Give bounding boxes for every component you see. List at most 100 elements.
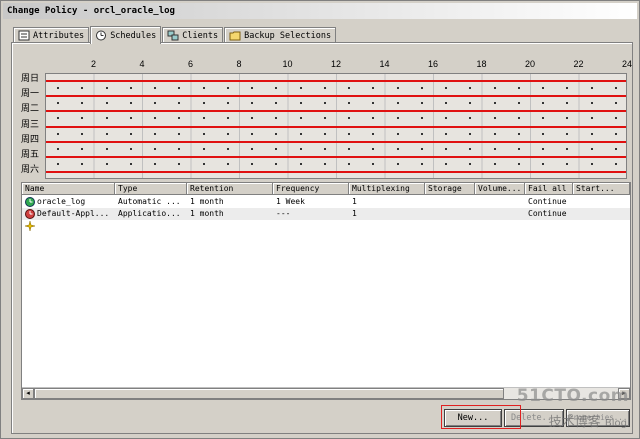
grid-dot xyxy=(202,102,205,105)
tab-clients[interactable]: Clients xyxy=(162,27,224,43)
grid-dot xyxy=(57,163,60,165)
grid-dot xyxy=(81,117,84,120)
schedule-window-bar[interactable] xyxy=(46,125,626,128)
grid-dot xyxy=(348,163,351,165)
grid-dot xyxy=(299,102,302,105)
grid-dot xyxy=(226,117,229,120)
day-label: 周日 xyxy=(21,74,40,84)
grid-dot xyxy=(396,147,399,150)
table-cell xyxy=(425,208,475,220)
grid-dot xyxy=(590,117,593,120)
table-cell-text: --- xyxy=(276,209,291,218)
table-cell-text: Continue xyxy=(528,197,567,206)
table-cell: Automatic ... xyxy=(115,196,187,208)
column-header[interactable]: Start... xyxy=(573,183,630,195)
change-policy-window: Change Policy - orcl_oracle_log Attribut… xyxy=(0,0,640,439)
schedule-window-bar[interactable] xyxy=(46,110,626,113)
table-row[interactable]: Default-Appl... Applicatio... 1 month --- 1 C… xyxy=(22,208,630,220)
grid-dot xyxy=(614,117,617,120)
table-cell-text: 1 Week xyxy=(276,197,305,206)
grid-dot xyxy=(57,87,60,89)
grid-dot xyxy=(202,132,205,135)
day-label: 周二 xyxy=(21,104,40,115)
table-cell-text: oracle_log xyxy=(37,197,86,206)
grid-dot xyxy=(202,147,205,150)
grid-dot xyxy=(396,87,399,89)
column-header[interactable]: Type xyxy=(115,183,187,195)
grid-dot xyxy=(178,117,181,120)
column-header[interactable]: Frequency xyxy=(273,183,349,195)
schedule-window-bar[interactable] xyxy=(46,140,626,143)
grid-dot xyxy=(299,117,302,120)
grid-dot xyxy=(105,147,108,150)
day-label: 周五 xyxy=(21,150,40,160)
schedule-window-bar[interactable] xyxy=(46,156,626,158)
hour-label: 12 xyxy=(330,59,341,69)
day-label: 周三 xyxy=(21,119,40,130)
grid-dot xyxy=(178,147,181,150)
column-header[interactable]: Multiplexing xyxy=(349,183,425,195)
grid-dot xyxy=(105,102,108,105)
table-cell xyxy=(425,196,475,208)
scroll-left-button[interactable]: ◂ xyxy=(22,388,34,399)
table-cell-text: 1 month xyxy=(190,197,224,206)
grid-dot xyxy=(469,147,472,150)
schedule-window-bar[interactable] xyxy=(46,80,626,82)
scroll-thumb[interactable] xyxy=(34,388,504,399)
schedule-window-bar[interactable] xyxy=(46,171,626,174)
hour-label: 18 xyxy=(476,59,487,69)
grid-dot xyxy=(566,102,569,105)
hour-label: 14 xyxy=(379,59,390,69)
grid-dot xyxy=(129,117,132,120)
table-cell: 1 Week xyxy=(273,196,349,208)
table-cell: Continue xyxy=(525,208,573,220)
clients-icon xyxy=(167,30,179,41)
day-label: 周六 xyxy=(21,165,40,176)
grid-dot xyxy=(323,117,326,120)
column-header[interactable]: Fail all xyxy=(525,183,573,195)
grid-dot xyxy=(81,147,84,150)
schedule-window-bar[interactable] xyxy=(46,95,626,98)
grid-dot xyxy=(348,117,351,120)
column-header[interactable]: Name xyxy=(22,183,115,195)
table-cell-text: 1 month xyxy=(190,209,224,218)
table-cell xyxy=(475,208,525,220)
table-cell-text: Continue xyxy=(528,209,567,218)
grid-dot xyxy=(493,117,496,120)
table-cell: --- xyxy=(273,208,349,220)
grid-dot xyxy=(445,87,448,89)
grid-dot xyxy=(129,102,132,105)
column-header[interactable]: Storage xyxy=(425,183,475,195)
tab-schedules[interactable]: Schedules xyxy=(90,26,162,44)
grid-dot xyxy=(81,87,84,89)
grid-dot xyxy=(105,132,108,135)
hour-label: 24 xyxy=(621,59,632,69)
grid-dot xyxy=(372,147,375,150)
hour-label: 16 xyxy=(427,59,438,69)
column-header[interactable]: Volume... xyxy=(475,183,525,195)
grid-dot xyxy=(154,132,157,135)
new-schedule-row[interactable] xyxy=(22,220,630,232)
grid-dot xyxy=(614,102,617,105)
grid-dot xyxy=(517,102,520,105)
grid-dot xyxy=(251,132,254,135)
tab-attributes[interactable]: Attributes xyxy=(13,27,90,43)
grid-dot xyxy=(445,117,448,120)
tab-backup-selections[interactable]: Backup Selections xyxy=(224,27,337,43)
grid-dot xyxy=(129,87,132,89)
grid-dot xyxy=(372,163,375,165)
grid-dot xyxy=(420,132,423,135)
grid-dot xyxy=(420,147,423,150)
grid-dot xyxy=(323,132,326,135)
grid-dot xyxy=(493,87,496,89)
grid-dot xyxy=(542,132,545,135)
column-header[interactable]: Retention xyxy=(187,183,273,195)
table-row[interactable]: oracle_log Automatic ... 1 month 1 Week 1 Con… xyxy=(22,196,630,208)
grid-dot xyxy=(493,102,496,105)
grid-dot xyxy=(542,163,545,165)
grid-dot xyxy=(566,87,569,89)
grid-dot xyxy=(445,147,448,150)
grid-dot xyxy=(251,163,254,165)
table-cell-text: Automatic ... xyxy=(118,197,181,206)
grid-dot xyxy=(542,87,545,89)
